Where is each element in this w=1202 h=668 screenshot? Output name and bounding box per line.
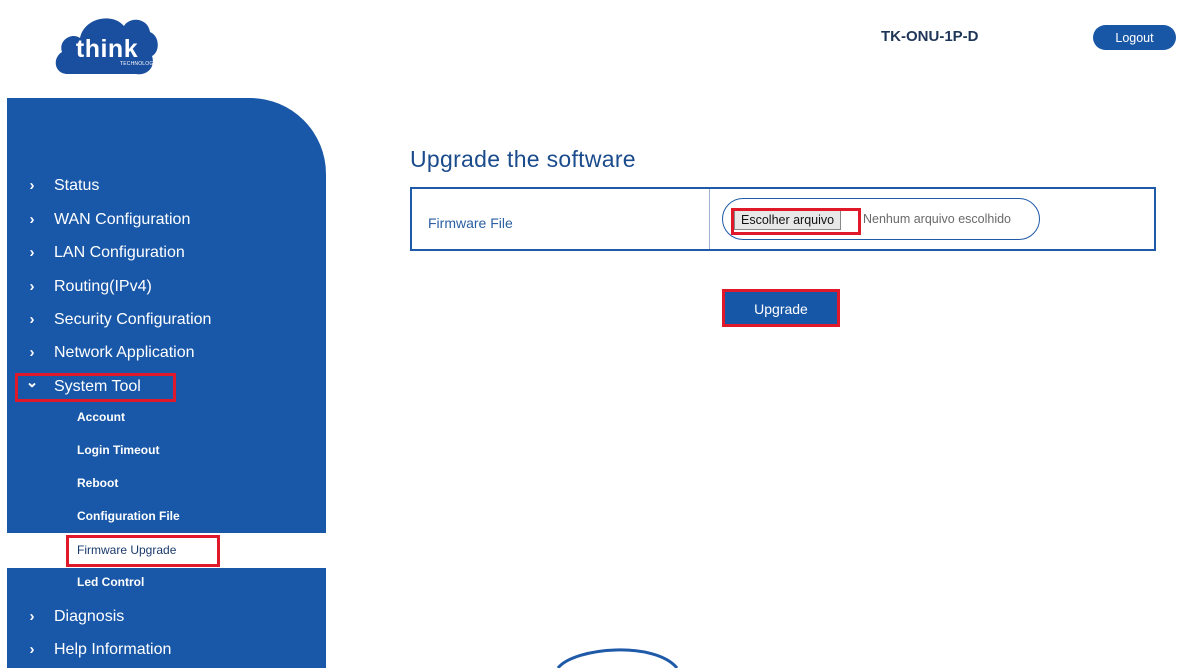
sidebar-item-system-tool[interactable]: ⌄ System Tool	[7, 373, 326, 401]
chevron-right-icon: ›	[29, 278, 35, 295]
think-logo: think TECHNOLOGY	[50, 8, 162, 78]
choose-file-button[interactable]: Escolher arquivo	[734, 210, 842, 230]
device-name: TK-ONU-1P-D	[881, 28, 979, 45]
chevron-right-icon: ›	[29, 177, 35, 194]
chevron-right-icon: ›	[29, 311, 35, 328]
sidebar-subitem-firmware-upgrade[interactable]: Firmware Upgrade	[7, 533, 326, 568]
chevron-right-icon: ›	[29, 211, 35, 228]
firmware-file-label: Firmware File	[428, 215, 513, 231]
sidebar-subitem-configuration-file[interactable]: Configuration File	[7, 501, 326, 531]
firmware-form-table: Firmware File Escolher arquivo Nenhum ar…	[410, 187, 1156, 251]
sidebar-item-label: Security Configuration	[54, 311, 212, 328]
sidebar-item-lan-configuration[interactable]: › LAN Configuration	[7, 239, 326, 267]
logo-wordmark: think	[75, 35, 139, 63]
no-file-chosen-text: Nenhum arquivo escolhido	[863, 212, 1012, 226]
chevron-right-icon: ›	[29, 244, 35, 261]
upgrade-button[interactable]: Upgrade	[725, 292, 837, 324]
chevron-down-icon: ⌄	[25, 374, 39, 391]
table-divider	[709, 189, 710, 249]
sidebar-item-label: Help Information	[54, 641, 172, 658]
sidebar-item-label: Routing(IPv4)	[54, 278, 152, 295]
page-title: Upgrade the software	[410, 146, 636, 172]
sidebar-item-security-configuration[interactable]: › Security Configuration	[7, 306, 326, 334]
firmware-file-input[interactable]: Escolher arquivo Nenhum arquivo escolhid…	[722, 198, 1040, 240]
sidebar-item-label: System Tool	[54, 378, 141, 395]
chevron-right-icon: ›	[29, 608, 35, 625]
sidebar-item-diagnosis[interactable]: › Diagnosis	[7, 603, 326, 631]
sidebar-subitem-reboot[interactable]: Reboot	[7, 468, 326, 498]
sidebar-item-label: Network Application	[54, 344, 195, 361]
sidebar-item-wan-configuration[interactable]: › WAN Configuration	[7, 206, 326, 234]
logo-subtext: TECHNOLOGY	[120, 61, 158, 67]
sidebar-item-help-information[interactable]: › Help Information	[7, 636, 326, 664]
sidebar: › Status › WAN Configuration › LAN Confi…	[7, 98, 326, 668]
sidebar-item-label: Diagnosis	[54, 608, 125, 625]
sidebar-item-label: Status	[54, 177, 100, 194]
sidebar-subitem-login-timeout[interactable]: Login Timeout	[7, 435, 326, 465]
logout-button[interactable]: Logout	[1093, 25, 1176, 50]
sidebar-item-label: LAN Configuration	[54, 244, 185, 261]
decorative-circle-arc	[556, 648, 679, 668]
sidebar-item-status[interactable]: › Status	[7, 172, 326, 200]
chevron-right-icon: ›	[29, 344, 35, 361]
chevron-right-icon: ›	[29, 641, 35, 658]
sidebar-item-routing-ipv4[interactable]: › Routing(IPv4)	[7, 273, 326, 301]
sidebar-item-network-application[interactable]: › Network Application	[7, 339, 326, 367]
sidebar-subitem-account[interactable]: Account	[7, 402, 326, 432]
sidebar-item-label: WAN Configuration	[54, 211, 191, 228]
sidebar-subitem-led-control[interactable]: Led Control	[7, 567, 326, 597]
